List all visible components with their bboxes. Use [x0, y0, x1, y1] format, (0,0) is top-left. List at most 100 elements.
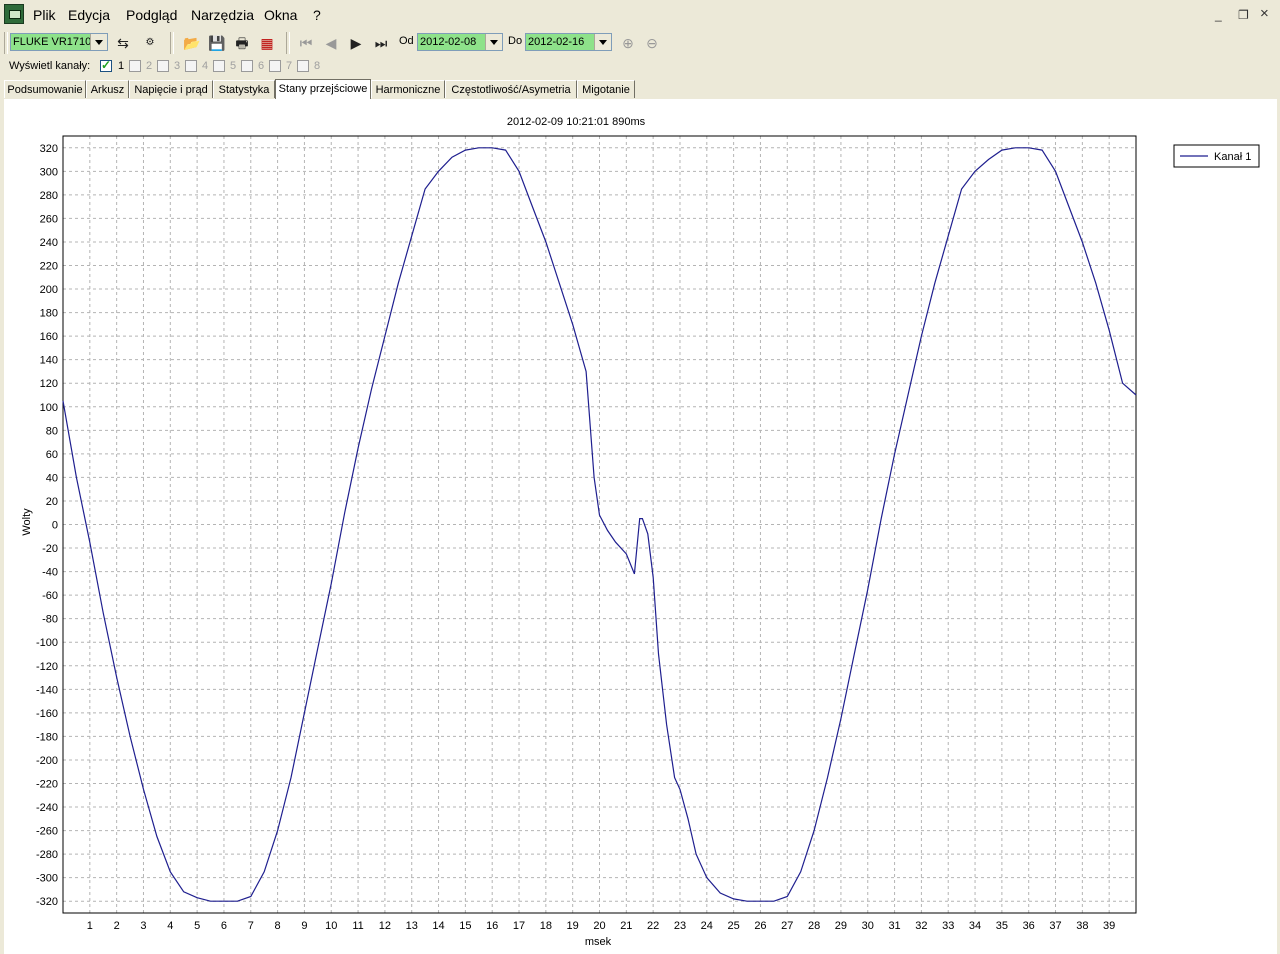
channel-5-label: 5	[230, 60, 237, 72]
menu-edycja[interactable]: Edycja	[68, 7, 110, 23]
y-tick-label: -80	[42, 614, 58, 626]
connect-device-icon[interactable]: ⇆	[114, 34, 132, 52]
menu-okna[interactable]: Okna	[264, 7, 297, 23]
y-tick-label: 20	[46, 496, 58, 508]
to-date-value: 2012-02-16	[528, 36, 585, 48]
channels-label: Wyświetl kanały:	[9, 60, 91, 72]
toolbar-separator	[4, 32, 8, 54]
channel-6-label: 6	[258, 60, 265, 72]
x-tick-label: 12	[379, 920, 391, 932]
menu-plik[interactable]: Plik	[33, 7, 56, 23]
y-tick-label: -140	[36, 684, 58, 696]
channel-1-checkbox[interactable]	[100, 58, 112, 72]
channel-3-label: 3	[174, 60, 181, 72]
channel-5-checkbox	[213, 60, 225, 72]
tab-statystyka[interactable]: Statystyka	[213, 80, 275, 98]
toolbar-separator	[286, 32, 290, 54]
y-tick-label: 60	[46, 449, 58, 461]
next-record-icon[interactable]: ▶	[347, 34, 365, 52]
y-tick-label: 220	[40, 261, 58, 273]
legend-entry-kanal-1: Kanał 1	[1214, 151, 1251, 163]
device-select[interactable]: FLUKE VR1710	[10, 33, 108, 51]
x-tick-label: 32	[915, 920, 927, 932]
x-tick-label: 13	[406, 920, 418, 932]
previous-record-icon[interactable]: ◀	[322, 34, 340, 52]
y-tick-label: -200	[36, 755, 58, 767]
close-button[interactable]: ×	[1260, 5, 1269, 22]
last-record-icon[interactable]: ⏭	[372, 34, 390, 52]
x-tick-label: 17	[513, 920, 525, 932]
x-tick-label: 5	[194, 920, 200, 932]
y-tick-label: 260	[40, 213, 58, 225]
x-tick-label: 4	[167, 920, 173, 932]
y-tick-label: 0	[52, 520, 58, 532]
first-record-icon[interactable]: ⏮	[297, 34, 315, 52]
y-tick-label: 280	[40, 190, 58, 202]
channel-8-label: 8	[314, 60, 321, 72]
x-tick-label: 26	[754, 920, 766, 932]
restore-button[interactable]: ❐	[1238, 8, 1249, 22]
zoom-out-icon[interactable]: ⊖	[643, 34, 661, 52]
menu-bar: Plik Edycja Podgląd Narzędzia Okna ? _ ❐…	[0, 0, 1280, 31]
tab-podsumowanie[interactable]: Podsumowanie	[4, 80, 86, 98]
y-tick-label: -20	[42, 543, 58, 555]
tab-migotanie[interactable]: Migotanie	[577, 80, 635, 98]
open-folder-icon[interactable]: 📂	[183, 34, 201, 52]
device-select-value: FLUKE VR1710	[13, 36, 92, 48]
x-tick-label: 29	[835, 920, 847, 932]
tab-stany-przejsciowe[interactable]: Stany przejściowe	[275, 79, 371, 99]
report-icon[interactable]: ▦	[258, 34, 276, 52]
tab-harmoniczne[interactable]: Harmoniczne	[371, 80, 445, 98]
y-tick-label: -60	[42, 590, 58, 602]
from-date-picker[interactable]: 2012-02-08	[417, 33, 503, 51]
menu-help[interactable]: ?	[313, 7, 321, 23]
x-tick-label: 11	[352, 920, 363, 932]
print-icon[interactable]: 🖶	[233, 34, 251, 52]
x-tick-label: 23	[674, 920, 686, 932]
x-tick-label: 21	[620, 920, 632, 932]
tab-napiecie-i-prad[interactable]: Napięcie i prąd	[129, 80, 213, 98]
device-settings-icon[interactable]: ⚙	[141, 34, 159, 52]
x-tick-label: 19	[567, 920, 579, 932]
y-tick-label: 120	[40, 378, 58, 390]
y-tick-label: -100	[36, 637, 58, 649]
x-tick-label: 33	[942, 920, 954, 932]
minimize-button[interactable]: _	[1215, 8, 1222, 22]
y-axis: 3203002802602402202001801601401201008060…	[36, 143, 58, 908]
y-tick-label: 300	[40, 166, 58, 178]
transient-chart: 2012-02-09 10:21:01 890ms Wolty msek 320…	[21, 116, 1260, 948]
x-tick-label: 39	[1103, 920, 1115, 932]
y-tick-label: -120	[36, 661, 58, 673]
x-tick-label: 15	[459, 920, 471, 932]
x-tick-label: 31	[888, 920, 900, 932]
menu-narzedzia[interactable]: Narzędzia	[191, 7, 254, 23]
x-tick-label: 10	[325, 920, 337, 932]
y-tick-label: -220	[36, 779, 58, 791]
y-tick-label: 180	[40, 308, 58, 320]
zoom-in-icon[interactable]: ⊕	[619, 34, 637, 52]
channel-1-label: 1	[118, 60, 125, 72]
y-tick-label: 40	[46, 472, 58, 484]
x-tick-label: 34	[969, 920, 981, 932]
x-tick-label: 18	[540, 920, 552, 932]
y-tick-label: 200	[40, 284, 58, 296]
legend: Kanał 1	[1173, 144, 1260, 168]
x-tick-label: 16	[486, 920, 498, 932]
to-label: Do	[508, 35, 523, 47]
channel-6-checkbox	[241, 60, 253, 72]
x-tick-label: 14	[432, 920, 444, 932]
y-tick-label: -180	[36, 731, 58, 743]
x-tick-label: 28	[808, 920, 820, 932]
chart-panel: 2012-02-09 10:21:01 890ms Wolty msek 320…	[4, 99, 1277, 954]
x-tick-label: 20	[593, 920, 605, 932]
toolbar-separator	[170, 32, 174, 54]
tab-arkusz[interactable]: Arkusz	[86, 80, 129, 98]
to-date-picker[interactable]: 2012-02-16	[525, 33, 612, 51]
channel-8-checkbox	[297, 60, 309, 72]
tab-czestotliwosc-asymetria[interactable]: Częstotliwość/Asymetria	[445, 80, 577, 98]
y-axis-label: Wolty	[21, 508, 33, 536]
x-tick-label: 27	[781, 920, 793, 932]
menu-podglad[interactable]: Podgląd	[126, 7, 177, 23]
app-icon[interactable]	[4, 4, 24, 24]
save-icon[interactable]: 💾	[208, 34, 226, 52]
